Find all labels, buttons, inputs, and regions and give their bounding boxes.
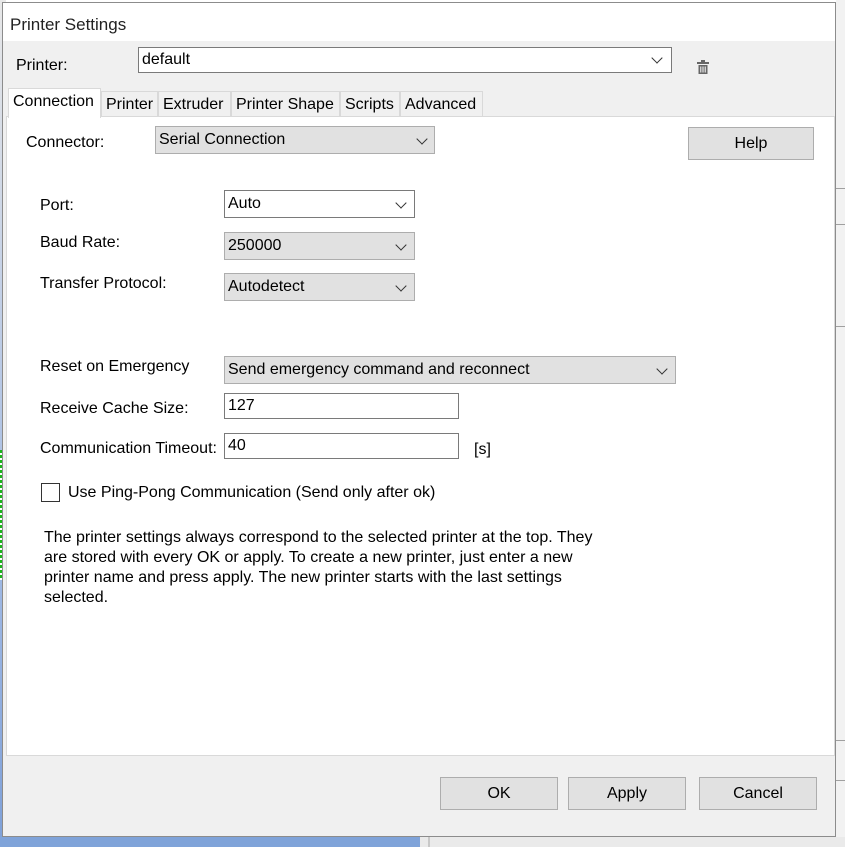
connector-select-value: Serial Connection [159,131,286,148]
tab-printer-shape[interactable]: Printer Shape [231,91,340,117]
tab-advanced[interactable]: Advanced [400,91,483,117]
background-divider [836,188,845,189]
connector-select[interactable]: Serial Connection [155,126,435,154]
chevron-down-icon [656,363,668,375]
tab-scripts[interactable]: Scripts [340,91,400,117]
communication-timeout-label: Communication Timeout: [40,440,217,457]
chevron-down-icon [651,52,663,64]
background-divider [836,740,845,741]
chevron-down-icon [395,197,407,209]
title-bar[interactable]: Printer Settings [3,3,835,41]
background-bottom-blue [0,837,420,847]
transfer-protocol-label: Transfer Protocol: [40,275,167,292]
printer-select-value: default [142,51,191,68]
printer-label: Printer: [16,57,68,74]
background-right-strip [836,0,845,847]
reset-on-emergency-label: Reset on Emergency [40,358,190,375]
background-divider [836,224,845,225]
connector-label: Connector: [26,134,105,151]
baud-rate-label: Baud Rate: [40,234,121,251]
port-label: Port: [40,197,74,214]
baud-rate-select-value: 250000 [228,237,282,254]
reset-on-emergency-select-value: Send emergency command and reconnect [228,361,530,378]
cancel-button[interactable]: Cancel [699,777,817,810]
communication-timeout-input[interactable]: 40 [224,433,459,459]
transfer-protocol-select[interactable]: Autodetect [224,273,415,301]
background-divider [836,780,845,781]
background-bottom-edge [428,837,430,847]
help-button[interactable]: Help [688,127,814,160]
reset-on-emergency-select[interactable]: Send emergency command and reconnect [224,356,676,384]
communication-timeout-value: 40 [228,437,246,454]
printer-settings-dialog: Printer Settings Printer: default Connec… [2,2,836,837]
background-divider [836,326,845,327]
info-text: The printer settings always correspond t… [44,529,593,606]
chevron-down-icon [416,133,428,145]
ping-pong-checkbox[interactable] [41,483,60,502]
receive-cache-size-value: 127 [228,397,255,414]
baud-rate-select[interactable]: 250000 [224,232,415,260]
tab-connection[interactable]: Connection [8,88,101,118]
trash-icon[interactable] [696,60,710,76]
ok-button[interactable]: OK [440,777,558,810]
apply-button[interactable]: Apply [568,777,686,810]
timeout-unit-label: [s] [474,441,491,458]
window-title: Printer Settings [10,15,127,34]
printer-select[interactable]: default [138,47,672,73]
tab-extruder[interactable]: Extruder [158,91,231,117]
port-select-value: Auto [228,195,261,212]
ping-pong-label[interactable]: Use Ping-Pong Communication (Send only a… [68,484,435,502]
receive-cache-size-input[interactable]: 127 [224,393,459,419]
chevron-down-icon [395,239,407,251]
transfer-protocol-select-value: Autodetect [228,278,305,295]
chevron-down-icon [395,280,407,292]
tab-printer[interactable]: Printer [101,91,158,117]
receive-cache-size-label: Receive Cache Size: [40,400,189,417]
port-select[interactable]: Auto [224,190,415,218]
